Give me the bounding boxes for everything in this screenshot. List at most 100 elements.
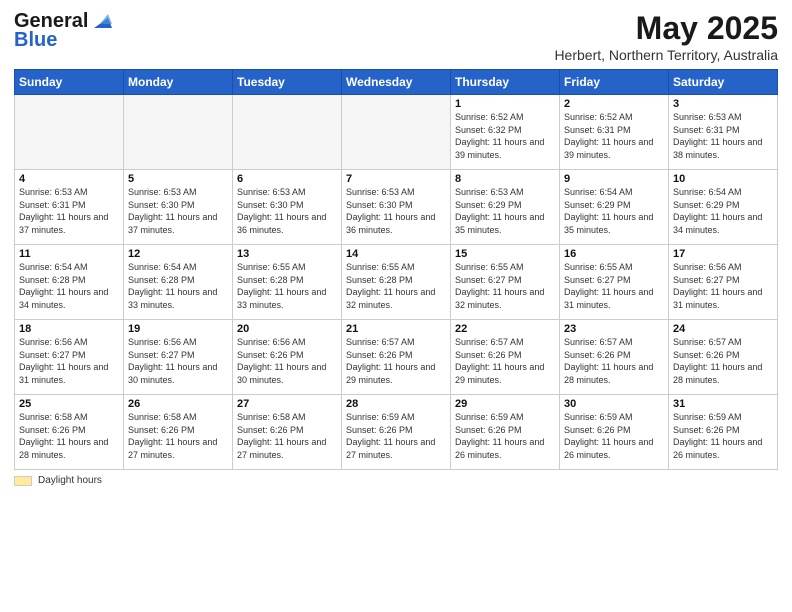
table-row: 11Sunrise: 6:54 AM Sunset: 6:28 PM Dayli…	[15, 245, 124, 320]
logo-general: General	[14, 11, 88, 31]
day-number: 25	[19, 398, 119, 410]
table-row	[124, 95, 233, 170]
table-row: 2Sunrise: 6:52 AM Sunset: 6:31 PM Daylig…	[560, 95, 669, 170]
legend-label: Daylight hours	[38, 475, 102, 486]
table-row: 7Sunrise: 6:53 AM Sunset: 6:30 PM Daylig…	[342, 170, 451, 245]
logo-blue: Blue	[14, 30, 57, 50]
col-tuesday: Tuesday	[233, 70, 342, 95]
day-info: Sunrise: 6:53 AM Sunset: 6:30 PM Dayligh…	[237, 186, 337, 236]
day-number: 9	[564, 173, 664, 185]
table-row: 3Sunrise: 6:53 AM Sunset: 6:31 PM Daylig…	[669, 95, 778, 170]
table-row	[15, 95, 124, 170]
day-number: 30	[564, 398, 664, 410]
calendar-week-row: 18Sunrise: 6:56 AM Sunset: 6:27 PM Dayli…	[15, 320, 778, 395]
table-row: 8Sunrise: 6:53 AM Sunset: 6:29 PM Daylig…	[451, 170, 560, 245]
day-number: 11	[19, 248, 119, 260]
day-info: Sunrise: 6:54 AM Sunset: 6:29 PM Dayligh…	[673, 186, 773, 236]
day-number: 18	[19, 323, 119, 335]
day-number: 13	[237, 248, 337, 260]
day-info: Sunrise: 6:55 AM Sunset: 6:27 PM Dayligh…	[455, 261, 555, 311]
day-number: 14	[346, 248, 446, 260]
table-row	[342, 95, 451, 170]
day-info: Sunrise: 6:52 AM Sunset: 6:32 PM Dayligh…	[455, 111, 555, 161]
day-number: 7	[346, 173, 446, 185]
day-info: Sunrise: 6:56 AM Sunset: 6:27 PM Dayligh…	[19, 336, 119, 386]
day-number: 20	[237, 323, 337, 335]
day-number: 15	[455, 248, 555, 260]
day-number: 10	[673, 173, 773, 185]
table-row: 12Sunrise: 6:54 AM Sunset: 6:28 PM Dayli…	[124, 245, 233, 320]
header: General Blue May 2025 Herbert, Northern …	[14, 10, 778, 63]
table-row: 28Sunrise: 6:59 AM Sunset: 6:26 PM Dayli…	[342, 395, 451, 470]
table-row: 22Sunrise: 6:57 AM Sunset: 6:26 PM Dayli…	[451, 320, 560, 395]
day-info: Sunrise: 6:56 AM Sunset: 6:27 PM Dayligh…	[128, 336, 228, 386]
day-info: Sunrise: 6:57 AM Sunset: 6:26 PM Dayligh…	[455, 336, 555, 386]
calendar-header-row: Sunday Monday Tuesday Wednesday Thursday…	[15, 70, 778, 95]
col-friday: Friday	[560, 70, 669, 95]
col-wednesday: Wednesday	[342, 70, 451, 95]
table-row: 23Sunrise: 6:57 AM Sunset: 6:26 PM Dayli…	[560, 320, 669, 395]
main-title: May 2025	[554, 10, 778, 47]
col-thursday: Thursday	[451, 70, 560, 95]
day-info: Sunrise: 6:59 AM Sunset: 6:26 PM Dayligh…	[673, 411, 773, 461]
day-number: 28	[346, 398, 446, 410]
table-row: 1Sunrise: 6:52 AM Sunset: 6:32 PM Daylig…	[451, 95, 560, 170]
table-row: 29Sunrise: 6:59 AM Sunset: 6:26 PM Dayli…	[451, 395, 560, 470]
day-info: Sunrise: 6:59 AM Sunset: 6:26 PM Dayligh…	[564, 411, 664, 461]
day-info: Sunrise: 6:53 AM Sunset: 6:30 PM Dayligh…	[128, 186, 228, 236]
day-info: Sunrise: 6:57 AM Sunset: 6:26 PM Dayligh…	[564, 336, 664, 386]
table-row: 25Sunrise: 6:58 AM Sunset: 6:26 PM Dayli…	[15, 395, 124, 470]
day-number: 29	[455, 398, 555, 410]
day-info: Sunrise: 6:55 AM Sunset: 6:27 PM Dayligh…	[564, 261, 664, 311]
day-info: Sunrise: 6:59 AM Sunset: 6:26 PM Dayligh…	[346, 411, 446, 461]
day-info: Sunrise: 6:57 AM Sunset: 6:26 PM Dayligh…	[346, 336, 446, 386]
table-row: 30Sunrise: 6:59 AM Sunset: 6:26 PM Dayli…	[560, 395, 669, 470]
day-info: Sunrise: 6:53 AM Sunset: 6:30 PM Dayligh…	[346, 186, 446, 236]
table-row: 27Sunrise: 6:58 AM Sunset: 6:26 PM Dayli…	[233, 395, 342, 470]
day-info: Sunrise: 6:58 AM Sunset: 6:26 PM Dayligh…	[237, 411, 337, 461]
col-monday: Monday	[124, 70, 233, 95]
table-row: 4Sunrise: 6:53 AM Sunset: 6:31 PM Daylig…	[15, 170, 124, 245]
logo: General Blue	[14, 10, 112, 50]
page: General Blue May 2025 Herbert, Northern …	[0, 0, 792, 612]
table-row: 5Sunrise: 6:53 AM Sunset: 6:30 PM Daylig…	[124, 170, 233, 245]
calendar-week-row: 11Sunrise: 6:54 AM Sunset: 6:28 PM Dayli…	[15, 245, 778, 320]
table-row: 16Sunrise: 6:55 AM Sunset: 6:27 PM Dayli…	[560, 245, 669, 320]
day-number: 31	[673, 398, 773, 410]
day-info: Sunrise: 6:53 AM Sunset: 6:31 PM Dayligh…	[673, 111, 773, 161]
table-row: 13Sunrise: 6:55 AM Sunset: 6:28 PM Dayli…	[233, 245, 342, 320]
day-number: 16	[564, 248, 664, 260]
day-info: Sunrise: 6:54 AM Sunset: 6:28 PM Dayligh…	[19, 261, 119, 311]
day-info: Sunrise: 6:58 AM Sunset: 6:26 PM Dayligh…	[128, 411, 228, 461]
table-row: 18Sunrise: 6:56 AM Sunset: 6:27 PM Dayli…	[15, 320, 124, 395]
day-info: Sunrise: 6:55 AM Sunset: 6:28 PM Dayligh…	[237, 261, 337, 311]
day-number: 4	[19, 173, 119, 185]
table-row: 14Sunrise: 6:55 AM Sunset: 6:28 PM Dayli…	[342, 245, 451, 320]
day-number: 3	[673, 98, 773, 110]
day-info: Sunrise: 6:59 AM Sunset: 6:26 PM Dayligh…	[455, 411, 555, 461]
table-row: 9Sunrise: 6:54 AM Sunset: 6:29 PM Daylig…	[560, 170, 669, 245]
day-number: 6	[237, 173, 337, 185]
day-number: 22	[455, 323, 555, 335]
day-info: Sunrise: 6:58 AM Sunset: 6:26 PM Dayligh…	[19, 411, 119, 461]
calendar-week-row: 1Sunrise: 6:52 AM Sunset: 6:32 PM Daylig…	[15, 95, 778, 170]
col-saturday: Saturday	[669, 70, 778, 95]
table-row: 21Sunrise: 6:57 AM Sunset: 6:26 PM Dayli…	[342, 320, 451, 395]
table-row: 24Sunrise: 6:57 AM Sunset: 6:26 PM Dayli…	[669, 320, 778, 395]
table-row: 26Sunrise: 6:58 AM Sunset: 6:26 PM Dayli…	[124, 395, 233, 470]
col-sunday: Sunday	[15, 70, 124, 95]
calendar-table: Sunday Monday Tuesday Wednesday Thursday…	[14, 69, 778, 470]
day-number: 23	[564, 323, 664, 335]
subtitle: Herbert, Northern Territory, Australia	[554, 47, 778, 63]
table-row: 20Sunrise: 6:56 AM Sunset: 6:26 PM Dayli…	[233, 320, 342, 395]
day-info: Sunrise: 6:53 AM Sunset: 6:29 PM Dayligh…	[455, 186, 555, 236]
legend-bar	[14, 476, 32, 486]
day-number: 12	[128, 248, 228, 260]
day-number: 2	[564, 98, 664, 110]
table-row: 6Sunrise: 6:53 AM Sunset: 6:30 PM Daylig…	[233, 170, 342, 245]
day-number: 8	[455, 173, 555, 185]
table-row: 10Sunrise: 6:54 AM Sunset: 6:29 PM Dayli…	[669, 170, 778, 245]
legend: Daylight hours	[14, 475, 778, 486]
title-area: May 2025 Herbert, Northern Territory, Au…	[554, 10, 778, 63]
day-number: 19	[128, 323, 228, 335]
